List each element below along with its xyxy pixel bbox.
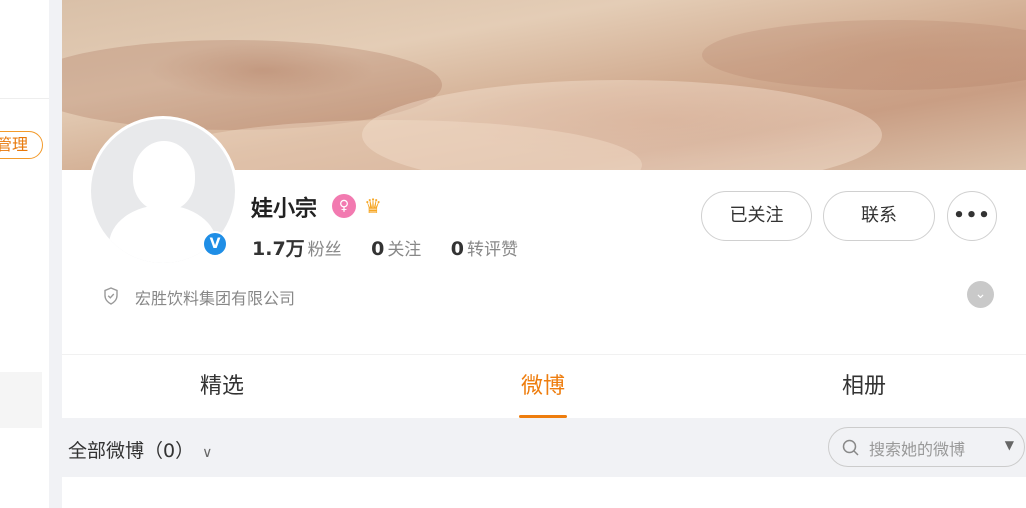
followers-label: 粉丝 [307,240,342,260]
page-gutter [49,0,62,508]
active-tab-indicator [519,415,567,418]
tab-album[interactable]: 相册 [824,355,904,419]
avatar-head-shape [133,141,195,211]
sidebar-item[interactable] [0,372,42,428]
search-box[interactable]: 搜索她的微博 ▼ [828,427,1025,467]
chevron-down-icon: ∨ [202,445,213,461]
followers-stat[interactable]: 1.7万 粉丝 [252,234,342,261]
reposts-count: 0 [450,238,464,260]
following-label: 关注 [387,240,422,260]
profile-tabs: 精选 微博 相册 [62,354,1026,418]
feed-filter-dropdown[interactable]: 全部微博（0） ∨ [68,436,212,463]
followed-button[interactable]: 已关注 [701,191,812,241]
sidebar-divider [0,98,49,99]
crown-badge-icon[interactable]: ♛ [361,194,385,218]
reposts-stat[interactable]: 0 转评赞 [451,235,518,260]
search-icon [842,439,859,456]
tab-featured[interactable]: 精选 [182,355,262,419]
feed-filter-label: 全部微博（0） [68,440,195,462]
following-stat[interactable]: 0 关注 [371,235,421,260]
followers-count: 1.7万 [252,238,305,260]
username: 娃小宗 [251,197,318,222]
manage-button[interactable]: 管理 [0,131,43,159]
verified-icon: V [202,231,228,257]
left-sidebar [0,0,49,508]
shield-icon [104,287,118,305]
contact-button[interactable]: 联系 [823,191,935,241]
avatar-body-shape [109,205,217,263]
caret-down-icon[interactable]: ▼ [1005,438,1014,452]
reposts-label: 转评赞 [466,240,518,260]
feed-container [62,477,1026,508]
search-input[interactable]: 搜索她的微博 [869,436,965,460]
expand-chevron-icon[interactable]: ⌄ [967,281,994,308]
profile-stats: 1.7万 粉丝 0 关注 0 转评赞 [252,234,542,261]
female-badge-icon[interactable]: ♀ [332,194,356,218]
company-info: 宏胜饮料集团有限公司 [135,289,296,308]
tab-weibo[interactable]: 微博 [502,355,584,419]
more-options-button[interactable]: ••• [947,191,997,241]
following-count: 0 [371,238,385,260]
